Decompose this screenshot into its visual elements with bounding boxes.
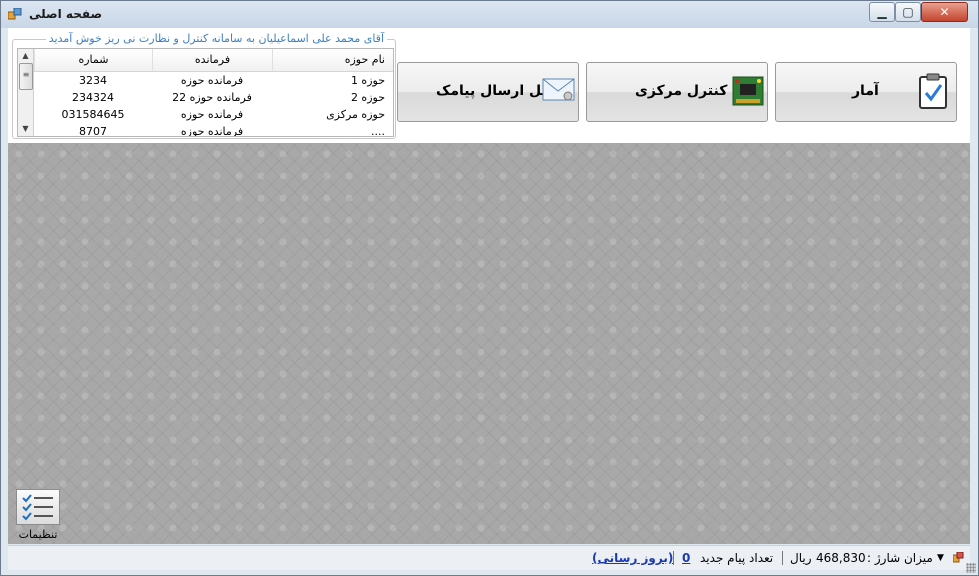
header-panel: آقای محمد علی اسماعیلیان به سامانه کنترل… <box>8 28 970 143</box>
central-control-label: کنترل مرکزی <box>635 83 728 99</box>
grid-body: 3234 فرمانده حوزه حوزه 1 234324 فرمانده … <box>34 72 393 137</box>
scroll-up-arrow-icon[interactable]: ▲ <box>18 49 33 63</box>
clipboard-check-icon <box>918 73 948 112</box>
welcome-message: آقای محمد علی اسماعیلیان به سامانه کنترل… <box>45 32 387 45</box>
cell-district: حوزه 2 <box>350 91 385 104</box>
status-separator <box>782 551 783 565</box>
maximize-button[interactable]: ▢ <box>895 2 921 22</box>
cell-commander: فرمانده حوزه <box>180 125 244 137</box>
cell-number: 3234 <box>79 74 107 87</box>
grid-scrollbar[interactable]: ▲ ≡ ▼ <box>18 49 34 136</box>
column-header-number[interactable]: شماره <box>34 49 152 71</box>
new-messages-count[interactable]: 0 <box>682 551 690 565</box>
status-separator <box>673 551 674 565</box>
close-button[interactable]: ✕ <box>921 2 968 22</box>
column-header-district[interactable]: نام حوزه <box>272 49 393 71</box>
districts-grid[interactable]: ▲ ≡ ▼ شماره فرمانده نام حوزه 3234 فرماند… <box>17 48 394 137</box>
currency-label: ریال <box>790 551 812 565</box>
envelope-icon <box>542 76 576 107</box>
central-control-button[interactable]: کنترل مرکزی <box>586 62 768 122</box>
settings-label: تنظیمات <box>18 528 58 541</box>
welcome-groupbox: آقای محمد علی اسماعیلیان به سامانه کنترل… <box>12 32 396 139</box>
workspace-background: تنظیمات <box>8 143 970 544</box>
refresh-link[interactable]: (بروز رسانی) <box>592 551 673 565</box>
new-messages-label: تعداد پیام جدید <box>700 551 774 565</box>
cell-district: حوزه مرکزی <box>326 108 385 121</box>
circuit-board-icon <box>732 76 764 109</box>
app-icon <box>7 7 22 20</box>
statistics-label: آمار <box>852 83 879 99</box>
cell-commander: فرمانده حوزه 22 <box>172 91 252 104</box>
main-window: صفحه اصلی ▁ ▢ ✕ آقای محمد علی اسماعیلیان… <box>0 0 979 576</box>
charge-label: میزان شارژ : <box>867 551 933 565</box>
cell-commander: فرمانده حوزه <box>180 74 244 87</box>
table-row[interactable]: 8707 فرمانده حوزه .... <box>34 123 393 137</box>
status-bar: (بروز رسانی) 0 تعداد پیام جدید ریال 468,… <box>8 545 970 570</box>
cell-number: 8707 <box>79 125 107 137</box>
title-bar[interactable]: صفحه اصلی ▁ ▢ ✕ <box>1 1 978 28</box>
charge-value: 468,830 <box>816 551 866 565</box>
checklist-icon[interactable] <box>16 489 60 525</box>
status-app-icon <box>952 551 964 566</box>
table-row[interactable]: 031584645 فرمانده حوزه حوزه مرکزی <box>34 106 393 123</box>
cell-number: 234324 <box>72 91 114 104</box>
scroll-thumb[interactable]: ≡ <box>19 63 33 90</box>
cell-district: حوزه 1 <box>350 74 385 87</box>
sms-panel-button[interactable]: پنل ارسال پیامک <box>397 62 579 122</box>
cell-number: 031584645 <box>61 108 125 121</box>
statistics-button[interactable]: آمار <box>775 62 957 122</box>
column-header-commander[interactable]: فرمانده <box>152 49 272 71</box>
minimize-button[interactable]: ▁ <box>869 2 895 22</box>
cell-district: .... <box>371 125 385 137</box>
grid-header-row: شماره فرمانده نام حوزه <box>34 49 393 72</box>
window-title: صفحه اصلی <box>29 7 103 21</box>
cell-commander: فرمانده حوزه <box>180 108 244 121</box>
resize-gripper[interactable] <box>966 563 976 573</box>
scroll-down-arrow-icon[interactable]: ▼ <box>18 122 33 136</box>
dropdown-arrow-icon[interactable]: ▼ <box>937 553 944 563</box>
client-area: آقای محمد علی اسماعیلیان به سامانه کنترل… <box>8 28 970 544</box>
table-row[interactable]: 3234 فرمانده حوزه حوزه 1 <box>34 72 393 89</box>
settings-shortcut[interactable]: تنظیمات <box>16 489 60 547</box>
sms-panel-label: پنل ارسال پیامک <box>436 83 553 99</box>
table-row[interactable]: 234324 فرمانده حوزه 22 حوزه 2 <box>34 89 393 106</box>
